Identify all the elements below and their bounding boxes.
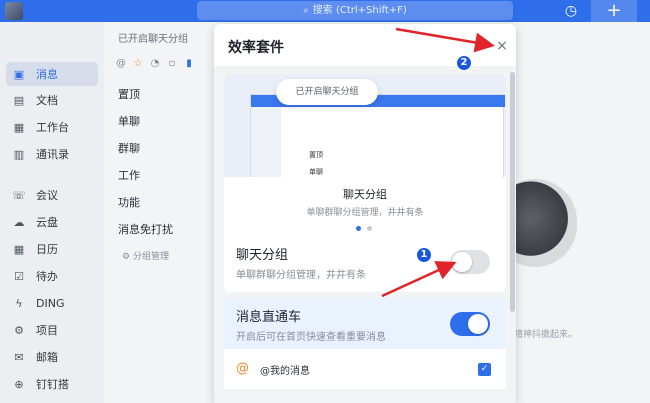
setting-subtitle: 开启后可在首页快速查看重要消息 (236, 332, 386, 343)
preview-pill: 已开启聊天分组 (276, 79, 378, 105)
filter-row: @ ☆ ◔ ▫ ▮ (116, 58, 194, 69)
ding-icon: ϟ (15, 296, 23, 310)
sidebar-item-label: 邮箱 (36, 351, 58, 364)
document-icon: ▤ (13, 93, 25, 107)
sidebar-item-todo[interactable]: ☑ 待办 (6, 264, 98, 288)
doc-filter-icon[interactable]: ▫ (167, 58, 177, 69)
preview-subtitle: 单聊群聊分组管理，井井有条 (306, 208, 424, 218)
step-badge-2: 2 (456, 55, 472, 71)
carousel-dot[interactable] (356, 226, 361, 231)
top-bar: ⌕ 搜索 (Ctrl+Shift+F) ◷ + (0, 0, 650, 22)
efficiency-suite-dialog: 效率套件 × 置顶 单聊 已开启聊天分组 聊天分组 单聊群聊分组管理，井井有条 … (214, 24, 516, 403)
sidebar-item-label: DING (36, 296, 65, 310)
sidebar-item-label: 待办 (36, 270, 58, 283)
sidebar-item-messages[interactable]: ▣ 消息 (6, 62, 98, 86)
history-icon[interactable]: ◷ (561, 1, 581, 21)
sidebar-item-docs[interactable]: ▤ 文档 (6, 88, 98, 112)
group-manage-link[interactable]: ⚙ 分组管理 (122, 249, 169, 262)
setting-title: 聊天分组 (236, 248, 289, 263)
group-function[interactable]: 功能 (118, 194, 140, 210)
avatar[interactable] (5, 2, 23, 20)
chat-groups-toggle[interactable] (450, 250, 490, 274)
sidebar-item-workbench[interactable]: ▦ 工作台 (6, 115, 98, 139)
carousel-dot[interactable] (367, 226, 372, 231)
file-filter-icon[interactable]: ▮ (184, 58, 194, 69)
project-icon: ⚙ (14, 323, 24, 337)
sidebar-item-label: 日历 (36, 243, 58, 256)
sidebar-item-project[interactable]: ⚙ 项目 (6, 318, 98, 342)
sidebar-item-label: 消息 (36, 68, 58, 81)
toggle-knob (468, 314, 488, 334)
close-icon[interactable]: × (493, 37, 511, 55)
list-header: 已开启聊天分组 (118, 34, 188, 45)
setting-title: 消息直通车 (236, 310, 302, 325)
mini-label-single: 单聊 (309, 168, 323, 176)
gear-icon: ⚙ (122, 252, 133, 262)
mention-checkbox[interactable]: ✓ (478, 363, 491, 376)
sidebar-item-contacts[interactable]: ▥ 通讯录 (6, 142, 98, 166)
mail-icon: ✉ (14, 350, 24, 364)
sidebar-item-meeting[interactable]: ☏ 会议 (6, 183, 98, 207)
preview-caption: 聊天分组 (343, 188, 387, 201)
sidebar-item-ding[interactable]: ϟ DING (6, 291, 98, 315)
sidebar: ▣ 消息 ▤ 文档 ▦ 工作台 ▥ 通讯录 ☏ 会议 ☁ 云盘 ▦ 日历 ☑ 待办 ϟ DING … (0, 22, 104, 403)
group-work[interactable]: 工作 (118, 167, 140, 183)
message-icon: ▣ (13, 67, 25, 81)
carousel-dots (356, 226, 372, 231)
search-box[interactable]: ⌕ 搜索 (Ctrl+Shift+F) (197, 1, 513, 20)
sidebar-item-label: 通讯录 (36, 148, 69, 161)
toggle-knob (452, 252, 472, 272)
clock-filter-icon[interactable]: ◔ (150, 58, 160, 69)
group-group-chat[interactable]: 群聊 (118, 140, 140, 156)
build-icon: ⊕ (14, 377, 24, 391)
at-filter-icon[interactable]: @ (116, 58, 126, 69)
sidebar-item-label: 工作台 (36, 121, 69, 134)
star-filter-icon[interactable]: ☆ (133, 58, 143, 69)
sidebar-item-cloud[interactable]: ☁ 云盘 (6, 210, 98, 234)
group-manage-label: 分组管理 (132, 252, 169, 262)
group-pinned[interactable]: 置顶 (118, 86, 140, 102)
chat-group-list: 已开启聊天分组 @ ☆ ◔ ▫ ▮ 置顶 单聊 群聊 工作 功能 消息免打扰 ⚙… (104, 22, 216, 403)
phone-icon: ☏ (12, 188, 26, 202)
sidebar-item-label: 文档 (36, 94, 58, 107)
mini-label-pinned: 置顶 (309, 151, 323, 159)
sidebar-item-label: 会议 (36, 189, 58, 202)
setting-chat-groups: 聊天分组 单聊群聊分组管理，井井有条 (224, 236, 506, 292)
feature-preview-card: 置顶 单聊 已开启聊天分组 聊天分组 单聊群聊分组管理，井井有条 (224, 74, 506, 258)
sidebar-item-build[interactable]: ⊕ 钉钉搭 (6, 372, 98, 396)
contacts-icon: ▥ (13, 147, 25, 161)
setting-message-express: 消息直通车 开启后可在首页快速查看重要消息 (224, 298, 506, 354)
sidebar-item-label: 钉钉搭 (36, 378, 69, 391)
step-badge-1: 1 (416, 247, 432, 263)
sidebar-item-label: 项目 (36, 324, 58, 337)
mini-window-sidebar (251, 107, 281, 177)
message-express-toggle[interactable] (450, 312, 490, 336)
grid-icon: ▦ (13, 120, 25, 134)
sidebar-item-label: 云盘 (36, 216, 58, 229)
dialog-title: 效率套件 (228, 40, 284, 56)
group-single[interactable]: 单聊 (118, 113, 140, 129)
search-placeholder: 搜索 (Ctrl+Shift+F) (312, 5, 407, 16)
todo-icon: ☑ (14, 269, 24, 283)
mention-option-label: @我的消息 (260, 366, 310, 377)
sidebar-item-calendar[interactable]: ▦ 日历 (6, 237, 98, 261)
background-text: 精神抖擞起来。 (514, 330, 578, 340)
at-icon: @ (236, 361, 249, 376)
group-do-not-disturb[interactable]: 消息免打扰 (118, 221, 173, 237)
calendar-icon: ▦ (13, 242, 25, 256)
feature-preview-image: 置顶 单聊 已开启聊天分组 (224, 74, 506, 177)
cloud-icon: ☁ (13, 215, 25, 229)
sidebar-item-mail[interactable]: ✉ 邮箱 (6, 345, 98, 369)
add-button[interactable]: + (591, 0, 637, 22)
dialog-scrollbar[interactable] (510, 72, 515, 312)
search-icon: ⌕ (303, 5, 309, 16)
mention-option-row[interactable]: @ @我的消息 ✓ (224, 349, 506, 389)
mini-window-illustration: 置顶 单聊 (250, 94, 505, 177)
setting-subtitle: 单聊群聊分组管理，井井有条 (236, 270, 366, 281)
